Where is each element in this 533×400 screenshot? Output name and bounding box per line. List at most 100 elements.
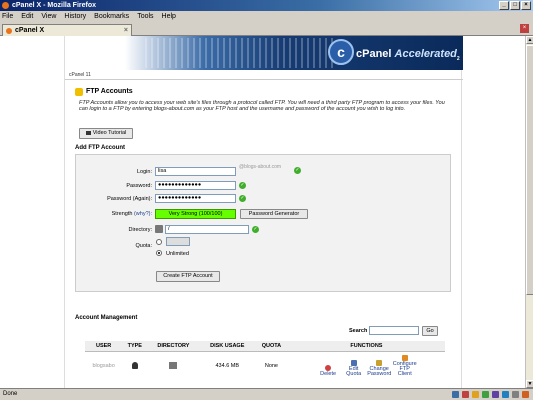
search-label: Search: [349, 328, 368, 334]
browser-viewport: c cPanel Accelerated2 cPanel 11 FTP Acco…: [0, 36, 525, 388]
tray-icon-8[interactable]: [522, 391, 529, 398]
password-again-label: Password (Again):: [107, 196, 152, 202]
window-title: cPanel X - Mozilla Firefox: [12, 2, 97, 9]
video-icon: [85, 130, 91, 135]
add-ftp-title: Add FTP Account: [75, 145, 125, 151]
search-input[interactable]: [369, 326, 419, 335]
cpanel-favicon-icon: [6, 28, 12, 34]
menu-tools[interactable]: Tools: [137, 11, 153, 22]
video-tutorial-label: Video Tutorial: [92, 130, 127, 136]
password-again-input[interactable]: ●●●●●●●●●●●●●: [155, 194, 236, 203]
directory-valid-icon: ✓: [252, 226, 259, 233]
directory-icon: [147, 352, 199, 381]
status-bar: Done: [0, 388, 533, 400]
account-management-title: Account Management: [75, 315, 138, 321]
breadcrumb-home[interactable]: cPanel 11: [69, 72, 91, 78]
close-tab-icon[interactable]: ×: [520, 24, 529, 33]
ftp-description: FTP Accounts allow you to access your we…: [79, 100, 445, 112]
brand-name: cPanel: [356, 48, 392, 60]
password-again-valid-icon: ✓: [239, 195, 246, 202]
strength-text: Strength: [111, 211, 133, 217]
lightbulb-icon: [75, 88, 83, 96]
menu-view[interactable]: View: [41, 11, 56, 22]
login-label: Login:: [137, 169, 152, 175]
tray-icon-6[interactable]: [502, 391, 509, 398]
col-type: TYPE: [122, 341, 148, 352]
go-button[interactable]: Go: [422, 326, 438, 336]
cpanel-brand: cPanel Accelerated2: [356, 48, 460, 62]
menu-bookmarks[interactable]: Bookmarks: [94, 11, 129, 22]
scroll-down-icon[interactable]: ▼: [526, 380, 533, 388]
tab-cpanel[interactable]: cPanel X ×: [2, 24, 132, 36]
create-ftp-account-button[interactable]: Create FTP Account: [156, 271, 220, 282]
firefox-icon: [2, 2, 9, 9]
domain-hint: @blogs-about.com: [239, 164, 282, 170]
login-input[interactable]: lisa: [155, 167, 236, 176]
tray-icon-3[interactable]: [472, 391, 479, 398]
menu-edit[interactable]: Edit: [21, 11, 33, 22]
row-quota: None: [264, 363, 278, 369]
ftp-accounts-table: USER TYPE DIRECTORY DISK USAGE QUOTA FUN…: [85, 341, 445, 380]
window-title-bar: cPanel X - Mozilla Firefox _ □ ×: [0, 0, 533, 11]
quota-unlimited-radio[interactable]: [156, 250, 162, 256]
directory-label: Directory:: [128, 227, 152, 233]
col-functions: FUNCTIONS: [287, 341, 445, 352]
password-generator-button[interactable]: Password Generator: [240, 209, 308, 219]
edit-quota-link[interactable]: Edit Quota: [342, 360, 366, 377]
tray-icon-7[interactable]: [512, 391, 519, 398]
row-functions: Delete Edit Quota Change Password Config…: [288, 352, 445, 381]
col-user[interactable]: USER: [85, 341, 123, 352]
scroll-up-icon[interactable]: ▲: [526, 36, 533, 44]
scroll-thumb[interactable]: [526, 45, 533, 295]
tray-icon-1[interactable]: [452, 391, 459, 398]
cpanel-logo-icon: c: [328, 39, 354, 65]
folder-icon: [155, 225, 163, 233]
menu-help[interactable]: Help: [162, 11, 176, 22]
change-password-link[interactable]: Change Password: [367, 360, 391, 377]
minimize-icon[interactable]: _: [499, 1, 509, 10]
directory-input[interactable]: /: [165, 225, 249, 234]
col-disk-usage[interactable]: DISK USAGE: [199, 341, 255, 352]
cpanel-banner: c cPanel Accelerated2: [65, 36, 463, 70]
row-disk-usage: 434.6 MB: [215, 363, 240, 369]
add-ftp-form: Login: lisa @blogs-about.com ✓ Password:…: [75, 154, 451, 292]
status-text: Done: [3, 391, 18, 397]
tray-icon-2[interactable]: [462, 391, 469, 398]
status-tray: [452, 391, 529, 398]
quota-label: Quota:: [135, 243, 152, 249]
table-header-row: USER TYPE DIRECTORY DISK USAGE QUOTA FUN…: [85, 341, 445, 352]
brand-suffix: Accelerated: [394, 48, 457, 60]
col-directory[interactable]: DIRECTORY: [147, 341, 200, 352]
menu-file[interactable]: File: [2, 11, 13, 22]
menu-history[interactable]: History: [64, 11, 86, 22]
brand-version: 2: [456, 56, 460, 63]
strength-label: Strength (why?):: [86, 211, 152, 217]
cpanel-page: c cPanel Accelerated2 cPanel 11 FTP Acco…: [64, 36, 463, 388]
quota-mb-radio[interactable]: [156, 239, 162, 245]
configure-ftp-client-link[interactable]: Configure FTP Client: [393, 355, 417, 377]
table-row: blogsabo 434.6 MB None Delete Edit Quota…: [85, 352, 445, 381]
close-icon[interactable]: ×: [521, 1, 531, 10]
tray-icon-5[interactable]: [492, 391, 499, 398]
col-quota[interactable]: QUOTA: [255, 341, 288, 352]
window-controls: _ □ ×: [499, 1, 531, 10]
user-type-icon: [122, 352, 147, 381]
tray-icon-4[interactable]: [482, 391, 489, 398]
breadcrumb: cPanel 11: [65, 70, 463, 80]
delete-link[interactable]: Delete: [316, 365, 340, 377]
tab-close-icon[interactable]: ×: [124, 25, 128, 36]
row-user: blogsabo: [92, 363, 115, 369]
password-input[interactable]: ●●●●●●●●●●●●●: [155, 181, 236, 190]
password-valid-icon: ✓: [239, 182, 246, 189]
unlimited-label: Unlimited: [166, 251, 189, 257]
tab-bar: cPanel X × ×: [0, 22, 533, 36]
quota-input[interactable]: [166, 237, 190, 246]
maximize-icon[interactable]: □: [510, 1, 520, 10]
vertical-scrollbar[interactable]: ▲ ▼: [525, 36, 533, 388]
page-title: FTP Accounts: [86, 88, 133, 95]
strength-why-link[interactable]: (why?):: [134, 211, 152, 217]
banner-graphic: [145, 38, 335, 68]
password-label: Password:: [126, 183, 152, 189]
video-tutorial-button[interactable]: Video Tutorial: [79, 128, 133, 139]
menu-bar: File Edit View History Bookmarks Tools H…: [0, 11, 533, 22]
